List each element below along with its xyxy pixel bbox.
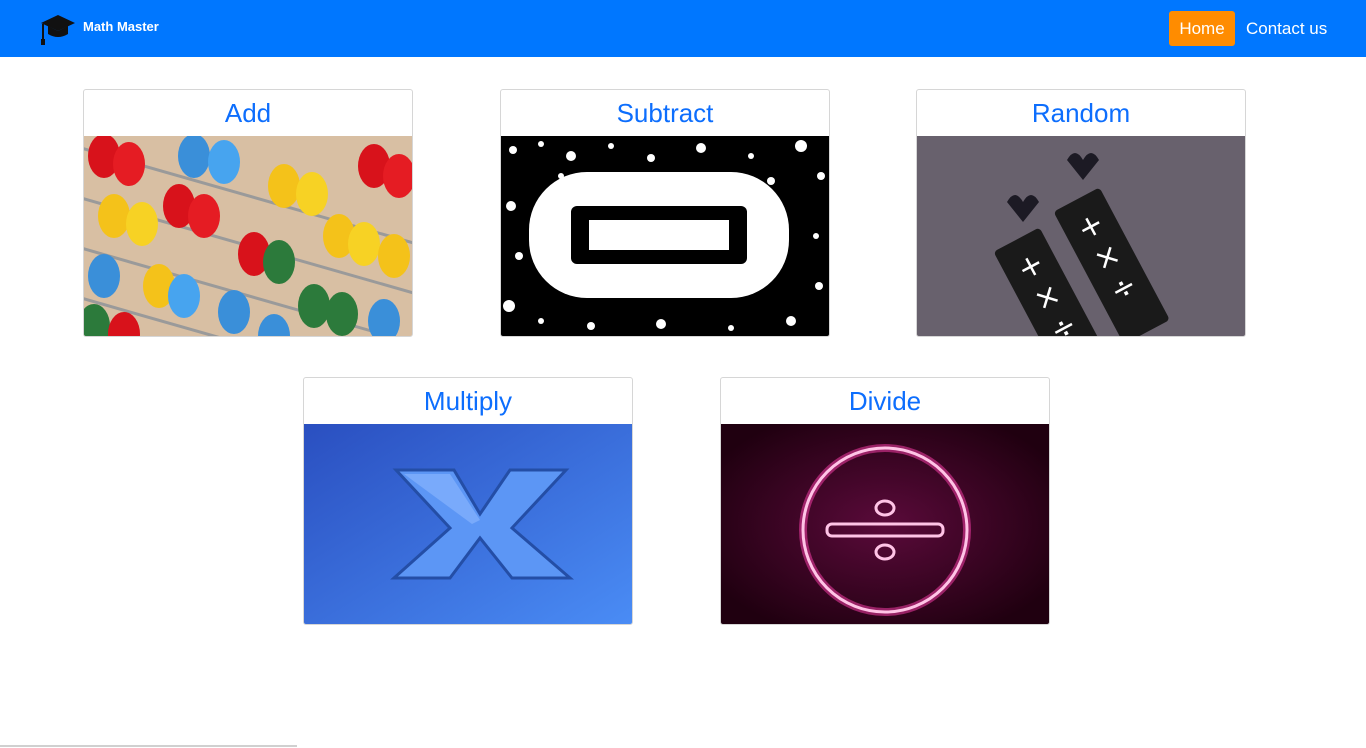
card-title: Divide bbox=[848, 385, 922, 416]
card-divide[interactable]: Divide bbox=[720, 377, 1050, 625]
card-title: Add bbox=[224, 97, 272, 128]
nav-home-link[interactable]: Home bbox=[1169, 11, 1235, 46]
brand-name: Math Master bbox=[83, 18, 159, 34]
card-add[interactable]: Add bbox=[83, 89, 413, 337]
minus-sign-image bbox=[501, 136, 829, 336]
bottom-scroll-track bbox=[0, 745, 297, 747]
brand-link[interactable]: Math Master bbox=[40, 12, 159, 46]
neon-divide-sign-image bbox=[721, 424, 1049, 624]
card-title: Random bbox=[1031, 97, 1131, 128]
math-symbols-earrings-image: + × ÷ + × ÷ bbox=[917, 136, 1245, 336]
navbar: Math Master Home Contact us bbox=[0, 0, 1366, 57]
card-title: Subtract bbox=[616, 97, 714, 128]
nav-contact-link[interactable]: Contact us bbox=[1246, 11, 1327, 46]
graduation-cap-icon bbox=[41, 15, 75, 45]
multiply-sign-image bbox=[304, 424, 632, 624]
card-multiply[interactable]: Multiply bbox=[303, 377, 633, 625]
card-subtract[interactable]: Subtract bbox=[500, 89, 830, 337]
card-random[interactable]: Random + × ÷ + × ÷ bbox=[916, 89, 1246, 337]
card-title: Multiply bbox=[423, 385, 513, 416]
abacus-beads-image bbox=[84, 136, 412, 336]
